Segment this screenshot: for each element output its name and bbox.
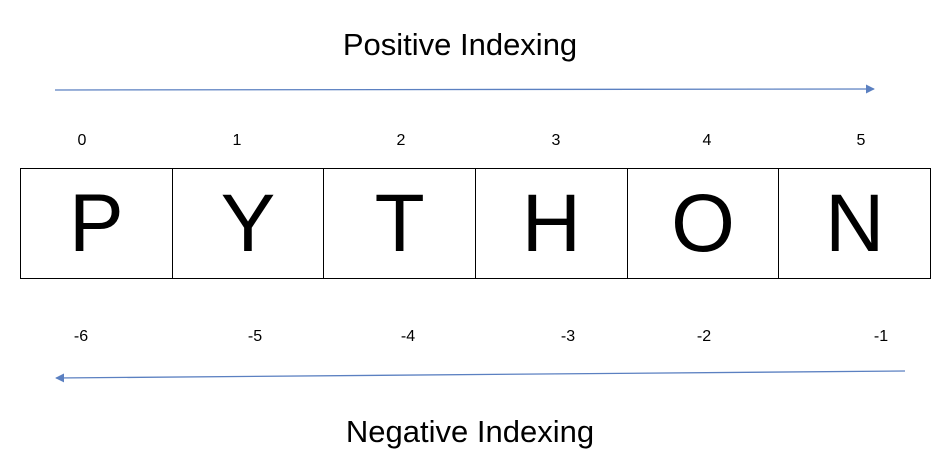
positive-index-label: 4	[702, 132, 712, 149]
letter-cell: H	[476, 169, 628, 278]
positive-index-label: 2	[396, 132, 406, 149]
negative-indexing-title: Negative Indexing	[345, 414, 595, 449]
positive-index-label: 0	[77, 132, 87, 149]
letter-cell: P	[21, 169, 173, 278]
letter-cell: T	[324, 169, 477, 278]
letter-cell: N	[825, 177, 885, 269]
positive-arrow	[54, 84, 875, 94]
negative-arrow	[55, 370, 906, 383]
positive-index-label: 5	[856, 132, 866, 149]
letter-cell: O	[628, 169, 780, 278]
positive-index-label: 3	[551, 132, 561, 149]
negative-index-label: -4	[400, 328, 416, 345]
string-cells: P Y T H O N	[20, 168, 931, 279]
letter-cell: Y	[173, 169, 325, 278]
negative-index-label: -2	[696, 328, 712, 345]
negative-index-label: -3	[560, 328, 576, 345]
positive-index-label: 1	[232, 132, 242, 149]
negative-index-label: -5	[247, 328, 263, 345]
negative-index-label: -6	[73, 328, 89, 345]
negative-index-label: -1	[873, 328, 889, 345]
